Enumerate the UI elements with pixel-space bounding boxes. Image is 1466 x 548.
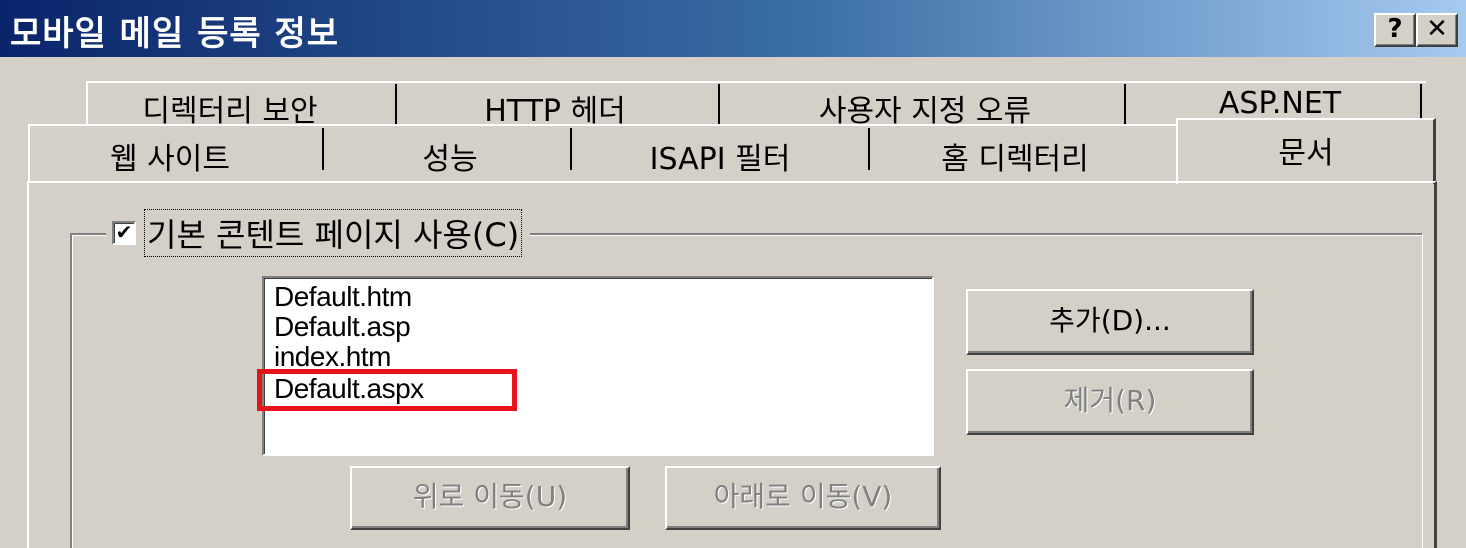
help-button[interactable]: ? [1374,13,1416,47]
window-title: 모바일 메일 등록 정보 [10,14,340,54]
enable-default-content-checkbox[interactable]: ✔ [112,221,136,245]
tab-isapi-filters[interactable]: ISAPI 필터 [600,134,840,178]
add-button[interactable]: 추가(D)... [966,289,1254,355]
close-icon: ✕ [1426,14,1448,44]
highlight-annotation [257,369,517,411]
tab-web-site[interactable]: 웹 사이트 [60,134,280,178]
enable-default-content-label[interactable]: 기본 콘텐트 페이지 사용(C) [144,209,523,257]
list-item[interactable]: index.htm [274,343,391,371]
checkmark-icon: ✔ [115,220,133,244]
move-down-button[interactable]: 아래로 이동(V) [665,466,941,530]
title-bar: 모바일 메일 등록 정보 ? ✕ [0,0,1466,57]
group-legend: ✔ 기본 콘텐트 페이지 사용(C) [106,209,531,257]
move-up-button[interactable]: 위로 이동(U) [350,466,630,530]
tab-home-directory[interactable]: 홈 디렉터리 [900,134,1130,178]
list-item[interactable]: Default.asp [274,313,411,341]
list-item[interactable]: Default.htm [274,283,412,311]
default-documents-list[interactable]: Default.htm Default.asp index.htm Defaul… [262,276,934,456]
tab-performance[interactable]: 성능 [350,134,550,178]
remove-button[interactable]: 제거(R) [966,369,1254,435]
tab-documents[interactable]: 문서 [1206,128,1406,172]
tab-aspnet[interactable]: ASP.NET [1180,86,1380,121]
close-button[interactable]: ✕ [1416,13,1458,47]
